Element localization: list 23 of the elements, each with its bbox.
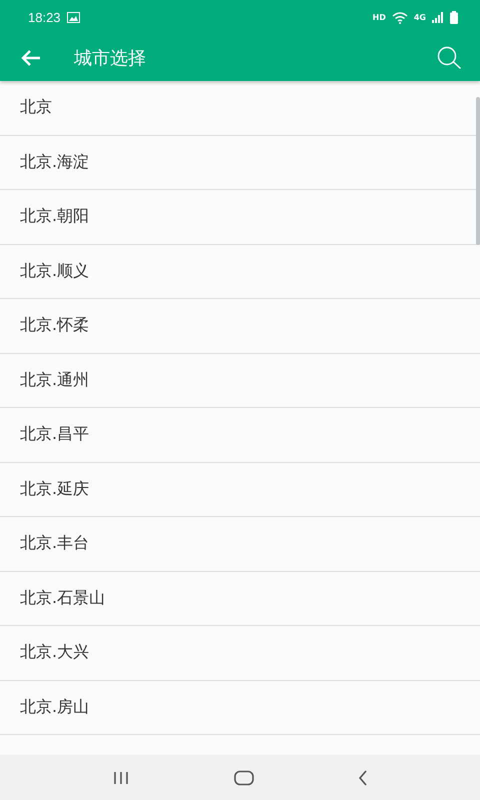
- city-item[interactable]: 北京.房山: [0, 680, 480, 735]
- battery-icon: [450, 11, 458, 24]
- recent-apps-button[interactable]: [112, 770, 130, 784]
- city-item[interactable]: 北京.丰台: [0, 517, 480, 572]
- city-item[interactable]: 北京.顺义: [0, 244, 480, 299]
- wifi-icon: [392, 12, 408, 24]
- cellular-label: 4G: [414, 13, 426, 22]
- hd-label: HD: [372, 13, 386, 22]
- city-item[interactable]: 北京.通州: [0, 354, 480, 408]
- signal-icon: [432, 12, 444, 23]
- city-item[interactable]: 北京.大兴: [0, 626, 480, 680]
- image-icon: [66, 12, 80, 23]
- back-nav-button[interactable]: [358, 770, 368, 786]
- back-button[interactable]: [20, 49, 42, 67]
- scrollbar[interactable]: [476, 97, 480, 245]
- status-time: 18:23: [28, 10, 61, 25]
- app-bar-title: 城市选择: [74, 47, 147, 70]
- city-item[interactable]: 北京.延庆: [0, 462, 480, 517]
- city-item[interactable]: 北京.石景山: [0, 572, 480, 626]
- city-item[interactable]: 北京.昌平: [0, 408, 480, 462]
- city-item[interactable]: 北京.怀柔: [0, 299, 480, 354]
- home-button[interactable]: [234, 770, 254, 786]
- search-button[interactable]: [437, 46, 462, 70]
